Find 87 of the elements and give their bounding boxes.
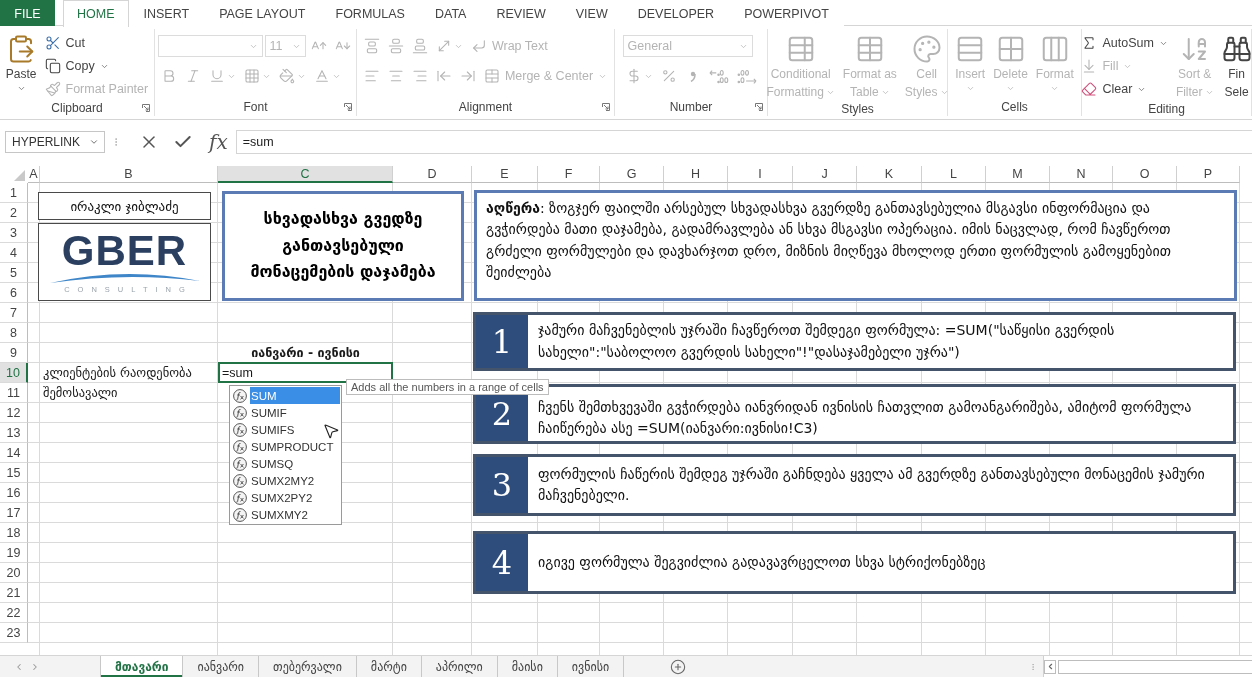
group-label: Cells: [1001, 100, 1028, 114]
scroll-left-icon[interactable]: [14, 661, 24, 672]
tooltip: Adds all the numbers in a range of cells: [346, 379, 549, 395]
dialog-launcher-icon[interactable]: [142, 104, 150, 112]
scroll-right-icon[interactable]: [30, 661, 40, 672]
column-header[interactable]: C: [218, 166, 393, 183]
plus-icon: [670, 658, 687, 675]
sheet-tab[interactable]: ივნისი: [557, 656, 625, 677]
sheet-tab[interactable]: აპრილი: [421, 656, 498, 677]
scroll-thumb[interactable]: [1058, 659, 1252, 674]
align-left-icon: [363, 68, 380, 84]
table-cell-text: შემოსავალი: [42, 384, 119, 402]
borders-icon: [243, 68, 260, 84]
author-label: ირაკლი ჯიბლაძე: [38, 192, 211, 220]
sheet-tab[interactable]: თებერვალი: [259, 656, 357, 677]
sheet-tab[interactable]: მაისი: [497, 656, 558, 677]
percent-icon: [660, 68, 677, 84]
merge-cells-icon: [483, 68, 500, 84]
wrap-arrow-icon: [470, 38, 487, 54]
function-icon: [233, 490, 247, 505]
align-right-icon: [411, 68, 428, 84]
function-icon: [233, 388, 247, 403]
function-icon: [233, 439, 247, 454]
palette-icon: [911, 34, 942, 64]
step-number: 1: [476, 315, 528, 368]
clear-button[interactable]: Clear: [1078, 78, 1150, 100]
step-text: ფორმულის ჩაწერის შემდეგ უჯრაში გაჩნდება ყველა ამ გვერდზე განთავსებული მონაცემის ჯამური მაჩვენებელი.: [538, 464, 1206, 505]
step-text: ჩვენს შემთხვევაში გვჭირდება იანვრიდან ივნისის ჩათვლით გამოანგარიშება, ამიტომ ფორმულა ჩაიწერება ასე =SUM(იანვარი:ივნისი!C3): [538, 398, 1193, 438]
description-text-box: აღწერა: ზოგჯერ ფაილში არსებულ სხვადასხვა გვერდზე განთავსებულია მსგავსი ინფორმაცია და გვჭირდება მათი დაჯამება, გადამრავლება ან სხვა მსგავსი ოპერაცია. იმის ნაცვლად, რომ ჩავწეროთ გრძელი ფორმულები და დავხარჯოთ დრო, მიზნის მიღწევა მხოლოდ ერთი ფორმულის გამოყენებით შეიძლება: [474, 190, 1237, 301]
group-label: Number: [669, 100, 713, 114]
group-label: Font: [243, 100, 268, 114]
step-number: 3: [476, 457, 528, 513]
name-box[interactable]: HYPERLINK: [5, 130, 105, 153]
table-cell-text: კლიენტების რაოდენობა: [42, 364, 193, 382]
group-label: Styles: [841, 102, 874, 117]
group-label: Alignment: [458, 100, 513, 114]
ribbon-tab[interactable]: FILE: [0, 0, 55, 26]
align-top-icon: [363, 38, 380, 54]
eraser-icon: [1081, 81, 1098, 97]
paint-bucket-icon: [278, 68, 295, 84]
function-icon: [233, 473, 247, 488]
step-text: იგივე ფორმულა შეგვიძლია გადავავრცელოთ სხვა სტრიქონებზეც: [538, 552, 987, 572]
underline-icon: [208, 68, 225, 84]
autosum-button[interactable]: AutoSum: [1078, 32, 1171, 54]
dialog-launcher-icon[interactable]: [344, 103, 352, 111]
row-header[interactable]: 10: [0, 363, 28, 383]
sheet-tab[interactable]: მარტი: [356, 656, 422, 677]
function-icon: [233, 456, 247, 471]
formula-field[interactable]: =sum: [235, 129, 1252, 154]
horizontal-scrollbar[interactable]: [1043, 656, 1252, 677]
copy-button[interactable]: Copy: [41, 55, 112, 77]
dialog-launcher-icon[interactable]: [602, 103, 610, 111]
paintbrush-icon: [44, 81, 61, 97]
decimal-increase-icon: [708, 68, 729, 84]
align-middle-icon: [387, 38, 404, 54]
comma-icon: [689, 70, 696, 82]
indent-increase-icon: [459, 68, 476, 84]
ribbon-tab[interactable]: HOME: [63, 0, 129, 27]
decimal-decrease-icon: [736, 68, 757, 84]
align-bottom-icon: [411, 38, 428, 54]
sheet-tab[interactable]: მთავარი: [100, 656, 184, 677]
insert-function-button[interactable]: fx: [207, 131, 230, 152]
copy-icon: [44, 58, 61, 74]
find-select-button[interactable]: Fin Sele: [1218, 32, 1252, 103]
mouse-pointer-icon: [322, 422, 340, 440]
function-icon: [233, 405, 247, 420]
cell-editor[interactable]: =sum: [218, 362, 393, 383]
align-center-icon: [387, 68, 404, 84]
scroll-left-button[interactable]: [1044, 659, 1056, 674]
cut-button[interactable]: Cut: [41, 32, 88, 54]
function-icon: [233, 422, 247, 437]
select-all-icon[interactable]: [14, 170, 25, 181]
scissors-icon: [44, 35, 61, 51]
logo-wordmark: GBER: [61, 230, 188, 272]
binoculars-icon: [1221, 34, 1252, 64]
indent-decrease-icon: [435, 68, 452, 84]
paste-button[interactable]: Paste: [2, 32, 40, 96]
title-text-box: სხვადასხვა გვედზე განთავსებული მონაცემების დაჯამება: [222, 191, 464, 301]
dialog-launcher-icon[interactable]: [755, 103, 763, 111]
group-label: Clipboard: [51, 101, 103, 115]
font-color-icon: [313, 68, 330, 84]
sheet-tab[interactable]: იანვარი: [183, 656, 260, 677]
step-number: 4: [476, 534, 528, 591]
group-label: Editing: [1148, 102, 1185, 117]
table-cell-text: იანვარი - ივნისი: [250, 344, 361, 362]
function-icon: [233, 507, 247, 522]
step-text: ჯამური მაჩვენებლის უჯრაში ჩავწეროთ შემდეგი ფორმულა: =SUM("საწყისი გვერდის სახელი":"საბოლოო გვერდის სახელი"!"დასაჯამებელი უჯრა"): [538, 321, 1116, 362]
